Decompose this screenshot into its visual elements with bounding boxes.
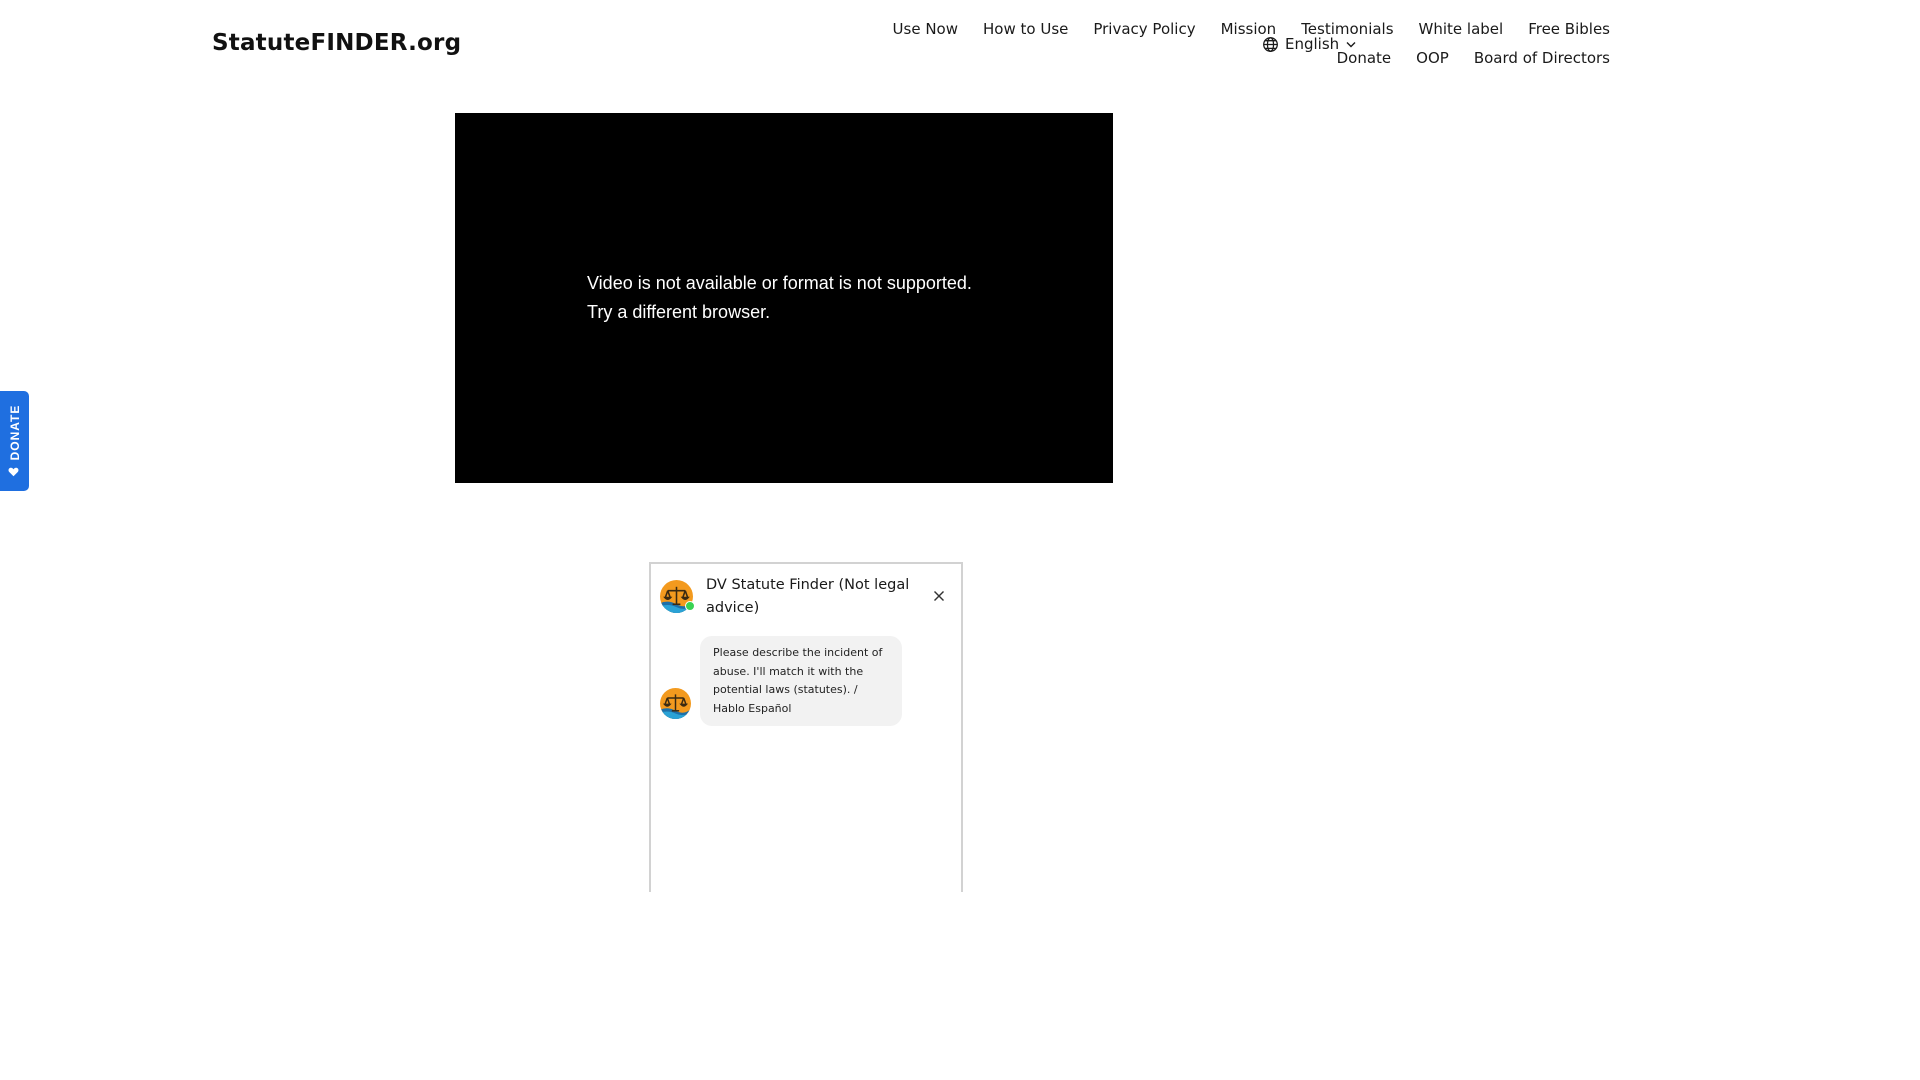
video-error-line-2: Try a different browser.	[587, 302, 771, 322]
nav-item-oop[interactable]: OOP	[1416, 49, 1449, 67]
globe-icon	[1262, 36, 1279, 53]
message-bot-avatar	[660, 688, 691, 719]
donate-tab-content: DONATE	[8, 405, 22, 478]
language-selector[interactable]: English	[1262, 35, 1357, 53]
nav-item-how-to-use[interactable]: How to Use	[983, 20, 1068, 38]
close-icon[interactable]	[931, 588, 947, 604]
site-logo[interactable]: StatuteFINDER.org	[212, 30, 461, 56]
nav-item-free-bibles[interactable]: Free Bibles	[1528, 20, 1610, 38]
nav-item-white-label[interactable]: White label	[1419, 20, 1504, 38]
chevron-down-icon	[1345, 38, 1357, 50]
video-error-message: Video is not available or format is not …	[587, 269, 972, 327]
chat-message-bubble: Please describe the incident of abuse. I…	[700, 636, 902, 726]
nav-item-use-now[interactable]: Use Now	[893, 20, 958, 38]
chat-title: DV Statute Finder (Not legal advice)	[706, 577, 910, 616]
bot-avatar	[660, 580, 695, 613]
main-nav-row-1: Use Now How to Use Privacy Policy Missio…	[893, 20, 1610, 38]
nav-item-privacy-policy[interactable]: Privacy Policy	[1093, 20, 1195, 38]
online-status-dot	[685, 601, 695, 611]
main-nav-row-2: Donate OOP Board of Directors	[1337, 49, 1610, 67]
donate-side-tab[interactable]: DONATE	[0, 391, 29, 491]
heart-icon	[8, 466, 22, 477]
language-label: English	[1285, 35, 1340, 53]
donate-tab-label: DONATE	[7, 404, 22, 461]
chat-widget: DV Statute Finder (Not legal advice) Ple…	[649, 562, 963, 892]
nav-item-board-of-directors[interactable]: Board of Directors	[1474, 49, 1610, 67]
video-error-line-1: Video is not available or format is not …	[587, 273, 972, 293]
scales-of-justice-icon	[660, 688, 691, 719]
video-player[interactable]: Video is not available or format is not …	[455, 113, 1113, 483]
